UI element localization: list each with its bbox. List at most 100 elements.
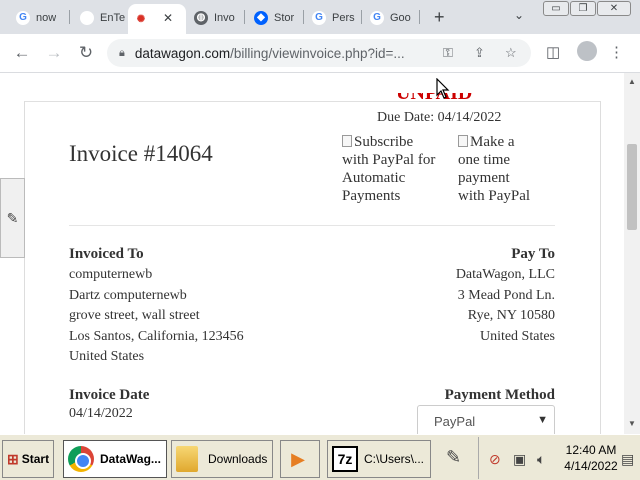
media-player-icon: ▶ xyxy=(291,448,305,469)
quick-launch-edit-icon[interactable]: ✎ xyxy=(446,447,461,468)
pay-to-line: DataWagon, LLC xyxy=(455,267,555,282)
google-icon: G xyxy=(16,10,30,25)
link-line: with PayPal for xyxy=(342,152,436,168)
vertical-scrollbar[interactable]: ▲ ▼ xyxy=(624,73,640,434)
close-window-button[interactable]: ✕ xyxy=(597,1,631,16)
dropbox-icon: ◆ xyxy=(254,10,268,25)
forward-button[interactable]: → xyxy=(43,42,65,64)
star-spinner-icon: ✺ xyxy=(136,13,146,25)
app-icon xyxy=(80,10,94,25)
taskbar-button-chrome[interactable]: DataWag... xyxy=(63,440,167,478)
invoiced-to-line: United States xyxy=(69,349,145,364)
reload-button[interactable]: ↻ xyxy=(75,42,97,64)
tab-label: Goo xyxy=(390,11,411,24)
invoice-title: Invoice #14064 xyxy=(69,141,213,166)
link-line: Payments xyxy=(342,188,401,204)
chevron-down-icon[interactable]: ⌄ xyxy=(514,8,524,22)
taskbar-button-7zip[interactable]: 7z C:\Users\... xyxy=(327,440,431,478)
windows-flag-icon: ⊞ xyxy=(7,450,19,467)
taskbar-label: DataWag... xyxy=(100,452,161,466)
page-top-border xyxy=(24,101,601,102)
scrollbar-thumb[interactable] xyxy=(627,144,637,230)
page-viewport: ✎ UNPAID Due Date: 04/14/2022 Invoice #1… xyxy=(0,73,640,434)
address-bar[interactable]: 🔒︎ datawagon.com/billing/viewinvoice.php… xyxy=(107,39,531,67)
side-panel-icon[interactable]: ◫ xyxy=(546,43,560,61)
invoice-date-heading: Invoice Date xyxy=(69,387,150,403)
taskbar: ⊞ Start DataWag... Downloads ▶ 7z C:\Use… xyxy=(0,434,640,480)
tab-label: Stor xyxy=(274,11,295,24)
back-button[interactable]: ← xyxy=(11,42,33,64)
broken-image-icon xyxy=(458,135,468,147)
taskbar-button-downloads[interactable]: Downloads xyxy=(171,440,273,478)
scroll-up-icon[interactable]: ▲ xyxy=(628,77,636,86)
paypal-subscribe-link[interactable]: Subscribe with PayPal for Automatic Paym… xyxy=(342,133,435,205)
bookmark-star-icon[interactable]: ☆ xyxy=(505,45,517,61)
taskbar-button-media[interactable]: ▶ xyxy=(280,440,320,478)
invoiced-to-line: grove street, wall street xyxy=(69,308,200,323)
paypal-one-time-link[interactable]: Make a one time payment with PayPal xyxy=(458,133,530,205)
invoice-status: UNPAID xyxy=(396,93,472,103)
link-line: one time xyxy=(458,152,511,168)
page-left-border xyxy=(24,101,25,434)
clock-time: 12:40 AM xyxy=(565,443,617,457)
due-date: Due Date: 04/14/2022 xyxy=(377,110,502,125)
system-tray: ⊘ ▣ 🔈︎ 12:40 AM 4/14/2022 ▤ xyxy=(478,437,638,479)
restore-button[interactable]: ❐ xyxy=(570,1,596,16)
7zip-icon: 7z xyxy=(332,446,358,472)
taskbar-label: Downloads xyxy=(208,452,268,466)
tab-invoice[interactable]: ◍ Invo xyxy=(188,5,240,30)
tab-strip: G now EnTe ✺ ✕ ◍ Invo ◆ Stor G Pers G Go… xyxy=(0,0,640,34)
tab-dropbox[interactable]: ◆ Stor xyxy=(248,5,300,30)
url-path: /billing/viewinvoice.php?id=... xyxy=(230,45,405,61)
show-desktop-icon[interactable]: ▤ xyxy=(621,451,634,468)
tab-separator xyxy=(303,10,304,24)
profile-avatar-icon[interactable] xyxy=(577,41,597,61)
menu-dots-icon[interactable]: ⋮ xyxy=(609,43,624,61)
mouse-pointer-icon xyxy=(436,78,450,99)
edit-pencil-icon[interactable]: ✎ xyxy=(0,178,25,258)
globe-icon: ◍ xyxy=(194,10,208,25)
link-line: payment xyxy=(458,170,510,186)
tab-label: Pers xyxy=(332,11,355,24)
browser-toolbar: ← → ↻ 🔒︎ datawagon.com/billing/viewinvoi… xyxy=(0,34,640,72)
start-label: Start xyxy=(21,452,50,466)
clock-date: 4/14/2022 xyxy=(564,459,618,473)
clock[interactable]: 12:40 AM 4/14/2022 xyxy=(563,442,619,474)
new-tab-plus-icon[interactable]: + xyxy=(434,7,445,28)
minimize-button[interactable]: ▭ xyxy=(543,1,569,16)
page-right-border xyxy=(600,101,601,434)
link-line: Subscribe xyxy=(354,134,414,150)
tab-google-now[interactable]: G now xyxy=(10,5,60,30)
lock-icon[interactable]: 🔒︎ xyxy=(119,47,125,60)
pay-to-heading: Pay To xyxy=(511,246,555,262)
tab-ente[interactable]: EnTe xyxy=(74,5,126,30)
tab-separator xyxy=(419,10,420,24)
payment-method-heading: Payment Method xyxy=(444,387,555,403)
invoiced-to-heading: Invoiced To xyxy=(69,246,144,262)
network-icon[interactable]: ▣ xyxy=(513,451,526,468)
payment-method-value: PayPal xyxy=(434,413,476,429)
chrome-icon xyxy=(68,446,94,472)
pay-to-line: Rye, NY 10580 xyxy=(467,308,555,323)
close-tab-icon[interactable]: ✕ xyxy=(163,11,173,25)
pay-to-line: United States xyxy=(479,329,555,344)
network-error-icon[interactable]: ⊘ xyxy=(489,451,501,468)
google-icon: G xyxy=(312,10,326,25)
start-button[interactable]: ⊞ Start xyxy=(2,440,54,478)
share-icon[interactable]: ⇪ xyxy=(474,45,485,61)
chevron-down-icon: ▼ xyxy=(537,414,548,426)
folder-icon xyxy=(176,446,198,472)
pay-to-line: 3 Mead Pond Ln. xyxy=(457,288,555,303)
tab-personal[interactable]: G Pers xyxy=(306,5,358,30)
tab-label: Invo xyxy=(214,11,235,24)
url-text[interactable]: datawagon.com/billing/viewinvoice.php?id… xyxy=(135,46,425,61)
broken-image-icon xyxy=(342,135,352,147)
volume-icon[interactable]: 🔈︎ xyxy=(537,451,545,468)
key-icon[interactable]: ⚿ xyxy=(443,45,453,61)
section-divider xyxy=(69,225,555,226)
tab-active[interactable]: ✺ xyxy=(128,4,186,34)
tab-google[interactable]: G Goo xyxy=(364,5,416,30)
scroll-down-icon[interactable]: ▼ xyxy=(628,419,636,428)
tab-separator xyxy=(361,10,362,24)
payment-method-select[interactable]: PayPal ▼ xyxy=(417,405,555,434)
